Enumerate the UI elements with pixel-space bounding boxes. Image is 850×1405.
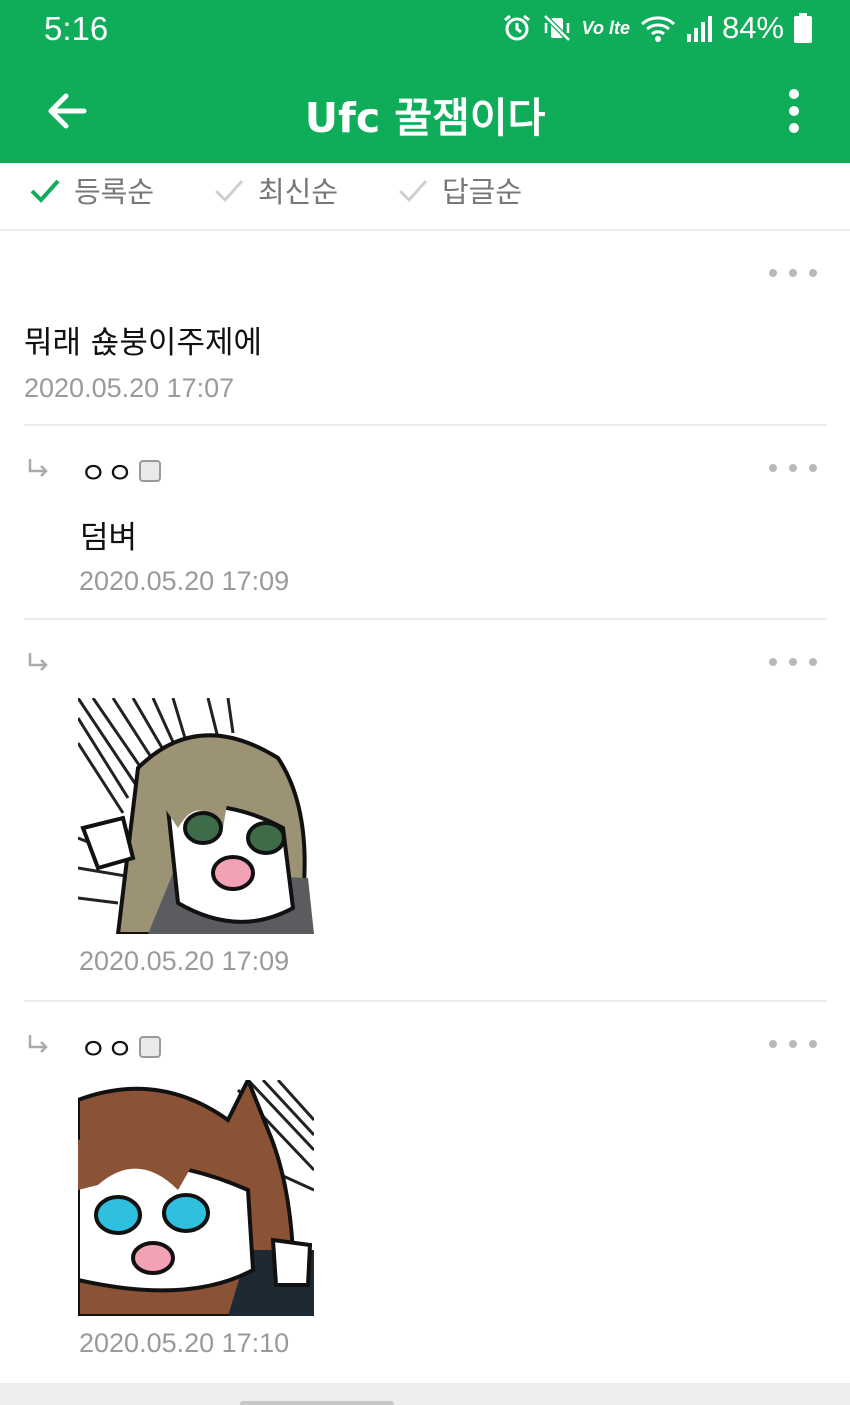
battery-icon [794, 13, 812, 43]
comment-item: 뭐래 숁붕이주제에 2020.05.20 17:07 [24, 231, 827, 426]
wifi-icon [640, 13, 676, 43]
sort-bar: 등록순 최신순 답글순 [0, 163, 850, 231]
sort-option-registered[interactable]: 등록순 [28, 169, 154, 211]
check-icon [214, 179, 244, 203]
signal-icon [686, 14, 712, 42]
comment-nickname[interactable]: ㅇㅇ [80, 1026, 162, 1068]
sort-option-label: 등록순 [74, 175, 155, 209]
comment-nickname[interactable]: ㅇㅇ [80, 450, 162, 492]
comment-date: 2020.05.20 17:09 [79, 946, 290, 976]
volte-label: Vo lte [581, 17, 630, 38]
scroll-handle[interactable] [240, 1401, 394, 1405]
reply-arrow-icon [28, 459, 48, 477]
bottom-bar [0, 1383, 850, 1405]
vibrate-mute-icon [542, 13, 572, 43]
guest-badge-icon [139, 1036, 162, 1058]
comment-more-button[interactable] [769, 263, 817, 283]
anime-girl-blue-eyes-sticker[interactable] [78, 1080, 314, 1316]
more-options-button[interactable] [772, 84, 816, 138]
reply-arrow-icon [28, 1035, 48, 1053]
anime-girl-green-eyes-sticker[interactable] [78, 698, 314, 934]
sort-option-label: 최신순 [258, 175, 339, 209]
guest-badge-icon [139, 460, 162, 482]
check-icon [398, 179, 428, 203]
alarm-icon [502, 13, 532, 43]
status-bar: 5:16 Vo lte 84% [0, 0, 850, 60]
nickname-text: ㅇㅇ [80, 1032, 134, 1066]
header: 5:16 Vo lte 84% Ufc 꿀잼이다 [0, 0, 850, 163]
battery-percent: 84% [721, 10, 784, 45]
comment-date: 2020.05.20 17:09 [79, 566, 290, 596]
reply-item: ㅇㅇ 2020.05.20 17:10 [24, 1002, 827, 1380]
reply-arrow-icon [28, 653, 48, 671]
comment-date: 2020.05.20 17:10 [79, 1328, 290, 1358]
nickname-text: ㅇㅇ [80, 456, 134, 490]
app-bar: Ufc 꿀잼이다 [0, 60, 850, 163]
reply-item: 2020.05.20 17:09 [24, 620, 827, 1002]
status-time: 5:16 [44, 10, 109, 47]
comment-more-button[interactable] [769, 1034, 817, 1054]
check-icon [30, 179, 60, 203]
reply-item: ㅇㅇ 덤벼 2020.05.20 17:09 [24, 426, 827, 620]
comment-date: 2020.05.20 17:07 [24, 373, 235, 403]
sort-option-replies[interactable]: 답글순 [396, 169, 522, 211]
comment-text: 뭐래 숁붕이주제에 [24, 325, 263, 361]
comment-more-button[interactable] [769, 458, 817, 478]
comment-text: 덤벼 [80, 520, 138, 556]
status-icons: Vo lte 84% [502, 10, 812, 46]
sort-option-label: 답글순 [442, 175, 523, 209]
page-title: Ufc 꿀잼이다 [304, 94, 546, 142]
sort-option-latest[interactable]: 최신순 [212, 169, 338, 211]
comment-more-button[interactable] [769, 652, 817, 672]
vertical-dots-icon [789, 89, 799, 133]
